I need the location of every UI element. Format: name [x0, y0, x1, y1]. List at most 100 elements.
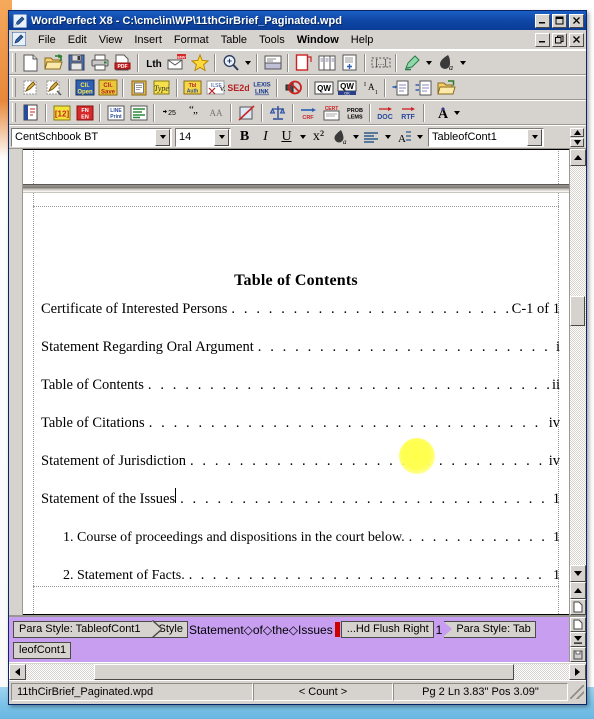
status-filename[interactable]: 11thCirBrief_Paginated.wpd — [11, 682, 253, 701]
numbering-icon[interactable]: [12] — [50, 102, 73, 124]
se2d-citation-icon[interactable]: SE2d — [227, 77, 250, 99]
save-document-icon[interactable] — [65, 52, 88, 74]
propbar-scroll-up-button[interactable] — [570, 127, 584, 137]
doc-minimize-button[interactable] — [535, 32, 550, 47]
toc-entry[interactable]: Statement of the Issues. . . . . . . . .… — [23, 480, 569, 518]
toc-entry[interactable]: Table of Citations. . . . . . . . . . . … — [23, 404, 569, 442]
letterhead-icon[interactable]: Lth — [142, 52, 165, 74]
document-control-icon[interactable] — [11, 31, 27, 47]
scroll-down-button[interactable] — [570, 565, 586, 582]
small-caps-icon[interactable]: AA — [204, 102, 227, 124]
bold-button[interactable]: B — [234, 127, 255, 148]
propbar-scroll-down-button[interactable] — [570, 137, 584, 147]
quotation-icon[interactable]: “” — [181, 102, 204, 124]
font-effects-icon[interactable]: A — [428, 102, 451, 124]
justice-scales-icon[interactable] — [266, 102, 289, 124]
typeset-icon[interactable]: Type — [150, 77, 173, 99]
lexis-link-icon[interactable]: LEXIS LINK — [250, 77, 273, 99]
toc-entry[interactable]: Statement Regarding Oral Argument. . . .… — [23, 328, 569, 366]
indent-icon[interactable] — [389, 77, 412, 99]
cross-reference-icon[interactable]: CRF — [297, 102, 320, 124]
reveal-codes-save-button[interactable] — [570, 647, 586, 662]
doc-close-button[interactable] — [569, 32, 584, 47]
font-size-combo[interactable]: 14 — [175, 127, 231, 147]
doc-restore-button[interactable] — [552, 32, 567, 47]
minimize-button[interactable] — [535, 13, 550, 28]
menu-item-view[interactable]: View — [93, 32, 129, 48]
menu-item-file[interactable]: File — [32, 32, 62, 48]
scroll-left-button[interactable] — [9, 663, 26, 680]
envelope-icon[interactable]: ENV — [165, 52, 188, 74]
toc-entry[interactable]: 1. Course of proceedings and disposition… — [23, 518, 569, 556]
menu-item-format[interactable]: Format — [168, 32, 215, 48]
line-numbering-icon[interactable]: 25 — [158, 102, 181, 124]
footnote-endnote-icon[interactable]: FN EN — [73, 102, 96, 124]
font-color-dropdown-arrow-icon[interactable] — [457, 52, 468, 74]
certificate-icon[interactable]: CERT — [320, 102, 343, 124]
vertical-scroll-thumb[interactable] — [570, 296, 585, 326]
superscript-icon[interactable]: IA1 — [358, 77, 381, 99]
toolbar-grip[interactable] — [12, 53, 16, 72]
menu-item-window[interactable]: Window — [291, 32, 345, 48]
reveal-code-para-style[interactable]: Para Style: TableofCont1 — [13, 621, 153, 638]
line-spacing-button[interactable]: A — [393, 127, 414, 148]
toc-entry[interactable]: Statement of Jurisdiction. . . . . . . .… — [23, 442, 569, 480]
toolbar-grip[interactable] — [12, 103, 16, 122]
menu-item-tools[interactable]: Tools — [253, 32, 291, 48]
mute-sound-icon[interactable] — [281, 77, 304, 99]
wordperfect-pen-icon[interactable] — [12, 13, 27, 28]
favorites-star-icon[interactable] — [188, 52, 211, 74]
font-effects-dropdown-arrow-icon[interactable] — [451, 102, 462, 124]
horizontal-scroll-thumb[interactable] — [94, 663, 514, 680]
save-as-rtf-icon[interactable]: RTF — [397, 102, 420, 124]
highlighter-icon[interactable] — [400, 52, 423, 74]
macro-edit-icon[interactable] — [42, 77, 65, 99]
previous-page-button[interactable] — [570, 582, 586, 599]
line-print-icon[interactable]: LINE Print — [104, 102, 127, 124]
font-color-icon[interactable]: a — [434, 52, 457, 74]
reveal-codes-scroll-down-button[interactable] — [570, 632, 586, 647]
clipboard-icon[interactable] — [127, 77, 150, 99]
menu-item-help[interactable]: Help — [345, 32, 380, 48]
font-name-combo[interactable]: CentSchbook BT — [11, 127, 172, 147]
toc-entry[interactable]: Certificate of Interested Persons. . . .… — [23, 290, 569, 328]
style-dropdown-arrow-icon[interactable] — [527, 128, 542, 146]
reveal-code-square[interactable]: leofCont1 — [13, 642, 72, 659]
reveal-code-caret[interactable] — [334, 622, 340, 637]
reveal-code-para-style-end[interactable]: Para Style: Tab — [443, 621, 536, 638]
open-document-icon[interactable] — [42, 52, 65, 74]
style-combo[interactable]: TableofCont1 — [428, 127, 544, 147]
client-save-icon[interactable]: Cli. Save — [96, 77, 119, 99]
reveal-code-text[interactable]: Statement◇of◇the◇Issues — [187, 621, 334, 638]
new-document-icon[interactable] — [19, 52, 42, 74]
menu-item-insert[interactable]: Insert — [128, 32, 168, 48]
menu-item-edit[interactable]: Edit — [62, 32, 93, 48]
document-page[interactable]: Table of Contents Certificate of Interes… — [23, 149, 569, 615]
highlighter-dropdown-arrow-icon[interactable] — [423, 52, 434, 74]
next-page-button[interactable] — [570, 599, 586, 615]
print-icon[interactable] — [88, 52, 111, 74]
save-as-doc-icon[interactable]: DOC — [374, 102, 397, 124]
reveal-codes-icon[interactable] — [261, 52, 284, 74]
underline-dropdown-arrow-icon[interactable] — [297, 126, 308, 148]
resize-grip-icon[interactable] — [570, 684, 584, 699]
hanging-indent-icon[interactable] — [412, 77, 435, 99]
status-position[interactable]: Pg 2 Ln 3.83" Pos 3.09" — [393, 682, 568, 701]
zoom-icon[interactable] — [219, 52, 242, 74]
vertical-scrollbar[interactable] — [569, 149, 586, 615]
toc-entry[interactable]: Table of Contents. . . . . . . . . . . .… — [23, 366, 569, 404]
open-folder-icon[interactable] — [435, 77, 458, 99]
reveal-codes-doc-button[interactable] — [570, 617, 586, 632]
status-word-count[interactable]: < Count > — [253, 682, 393, 701]
italic-button[interactable]: I — [255, 127, 276, 148]
table-authorities-icon[interactable]: Tbl Auth — [181, 77, 204, 99]
superscript-button[interactable]: x² — [308, 127, 329, 148]
scroll-up-button[interactable] — [570, 149, 586, 166]
document-text[interactable]: Table of Contents Certificate of Interes… — [23, 150, 569, 594]
maximize-button[interactable] — [552, 13, 567, 28]
paragraph-marks-icon[interactable] — [127, 102, 150, 124]
columns-icon[interactable] — [315, 52, 338, 74]
quickwords-ok-icon[interactable]: QW OK — [335, 77, 358, 99]
font-color-dropdown-arrow-icon[interactable] — [350, 126, 361, 148]
reveal-codes-pane[interactable]: Para Style: TableofCont1 Style Statement◇o… — [9, 615, 586, 662]
